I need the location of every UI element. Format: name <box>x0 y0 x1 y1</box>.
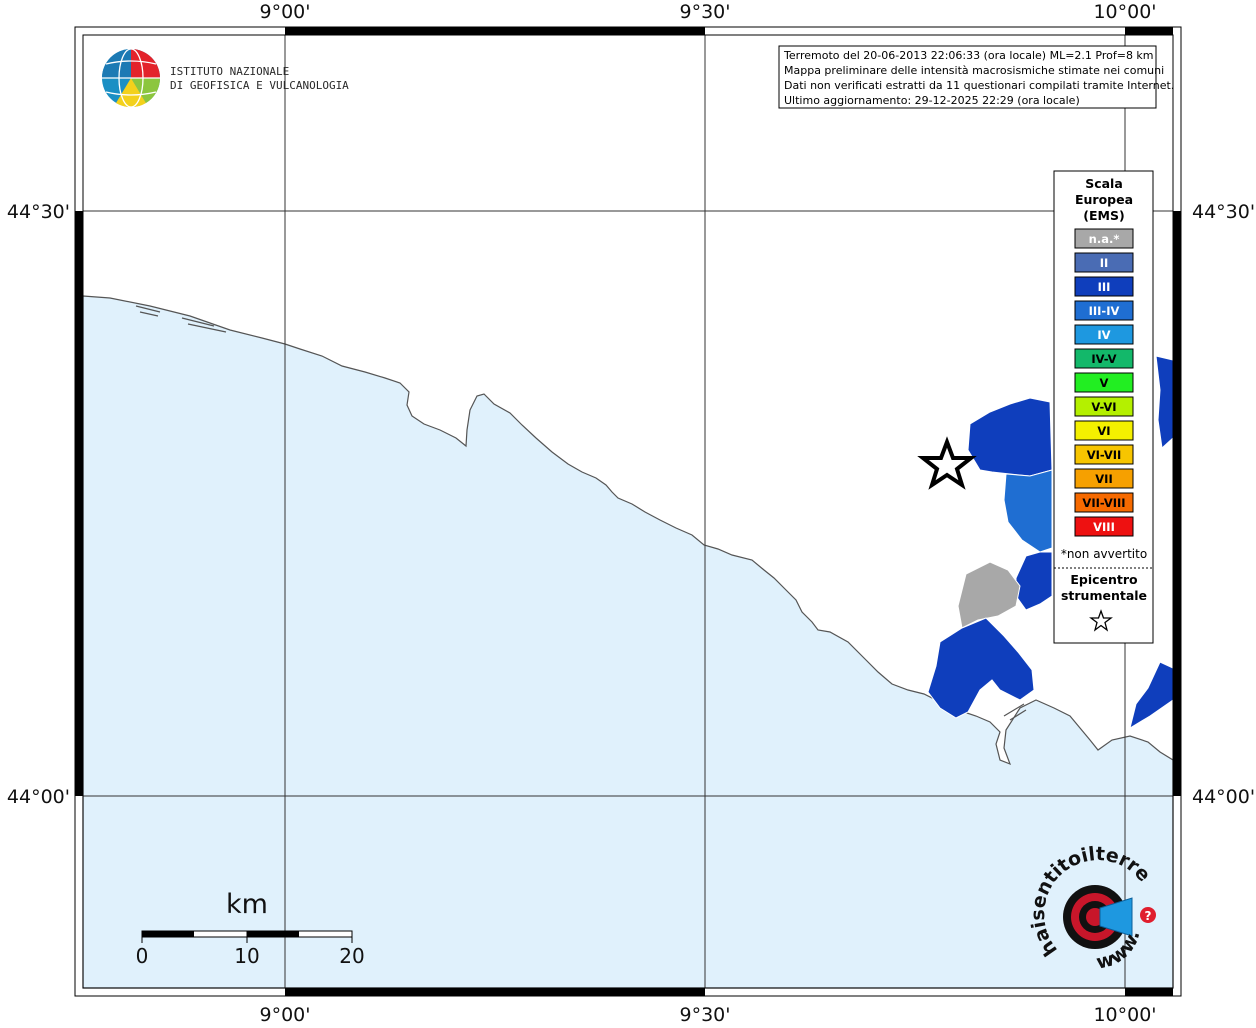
legend-label: IV-V <box>1091 352 1116 366</box>
legend-epicenter-1: Epicentro <box>1070 572 1138 587</box>
lat-label-right-2: 44°00' <box>1192 786 1255 808</box>
legend-title-3: (EMS) <box>1083 208 1124 223</box>
lat-label-left-1: 44°30' <box>7 201 70 223</box>
legend-footnote: *non avvertito <box>1061 547 1147 561</box>
legend-label: VIII <box>1093 520 1115 534</box>
lon-label-top-1: 9°00' <box>260 1 311 23</box>
info-line-1: Terremoto del 20-06-2013 22:06:33 (ora l… <box>783 49 1154 62</box>
scale-tick-10: 10 <box>234 944 259 968</box>
legend-label: n.a.* <box>1089 232 1120 246</box>
lat-label-right-1: 44°30' <box>1192 201 1255 223</box>
question-mark: ? <box>1145 909 1152 923</box>
logo-line-2: DI GEOFISICA E VULCANOLOGIA <box>170 79 349 92</box>
legend-title-2: Europea <box>1075 192 1133 207</box>
lon-label-top-2: 9°30' <box>680 1 731 23</box>
lon-label-bottom-1: 9°00' <box>260 1004 311 1024</box>
lon-label-bottom-2: 9°30' <box>680 1004 731 1024</box>
legend: Scala Europea (EMS) n.a.*IIIIIIII-IVIVIV… <box>1053 170 1154 644</box>
legend-label: V-VI <box>1091 400 1116 414</box>
scale-tick-0: 0 <box>136 944 149 968</box>
legend-label: VI <box>1097 424 1110 438</box>
info-line-2: Mappa preliminare delle intensità macros… <box>784 64 1164 77</box>
legend-label: V <box>1100 376 1109 390</box>
lat-label-left-2: 44°00' <box>7 786 70 808</box>
lon-label-bottom-3: 10°00' <box>1093 1004 1156 1024</box>
legend-label: III <box>1098 280 1111 294</box>
legend-title-1: Scala <box>1085 176 1123 191</box>
info-line-4: Ultimo aggiornamento: 29-12-2025 22:29 (… <box>784 94 1080 107</box>
legend-epicenter-2: strumentale <box>1061 588 1147 603</box>
lon-label-top-3: 10°00' <box>1093 1 1156 23</box>
legend-label: II <box>1100 256 1109 270</box>
legend-label: VI-VII <box>1087 448 1122 462</box>
scale-unit: km <box>226 889 268 920</box>
info-line-3: Dati non verificati estratti da 11 quest… <box>784 79 1174 92</box>
legend-label: VII <box>1095 472 1112 486</box>
legend-label: VII-VIII <box>1082 496 1125 510</box>
logo-line-1: ISTITUTO NAZIONALE <box>170 65 289 78</box>
info-box: Terremoto del 20-06-2013 22:06:33 (ora l… <box>778 45 1174 109</box>
scale-tick-20: 20 <box>339 944 364 968</box>
legend-label: III-IV <box>1089 304 1120 318</box>
legend-label: IV <box>1097 328 1110 342</box>
intensity-map: 9°00' 9°30' 10°00' 9°00' 9°30' 10°00' 44… <box>0 0 1255 1026</box>
